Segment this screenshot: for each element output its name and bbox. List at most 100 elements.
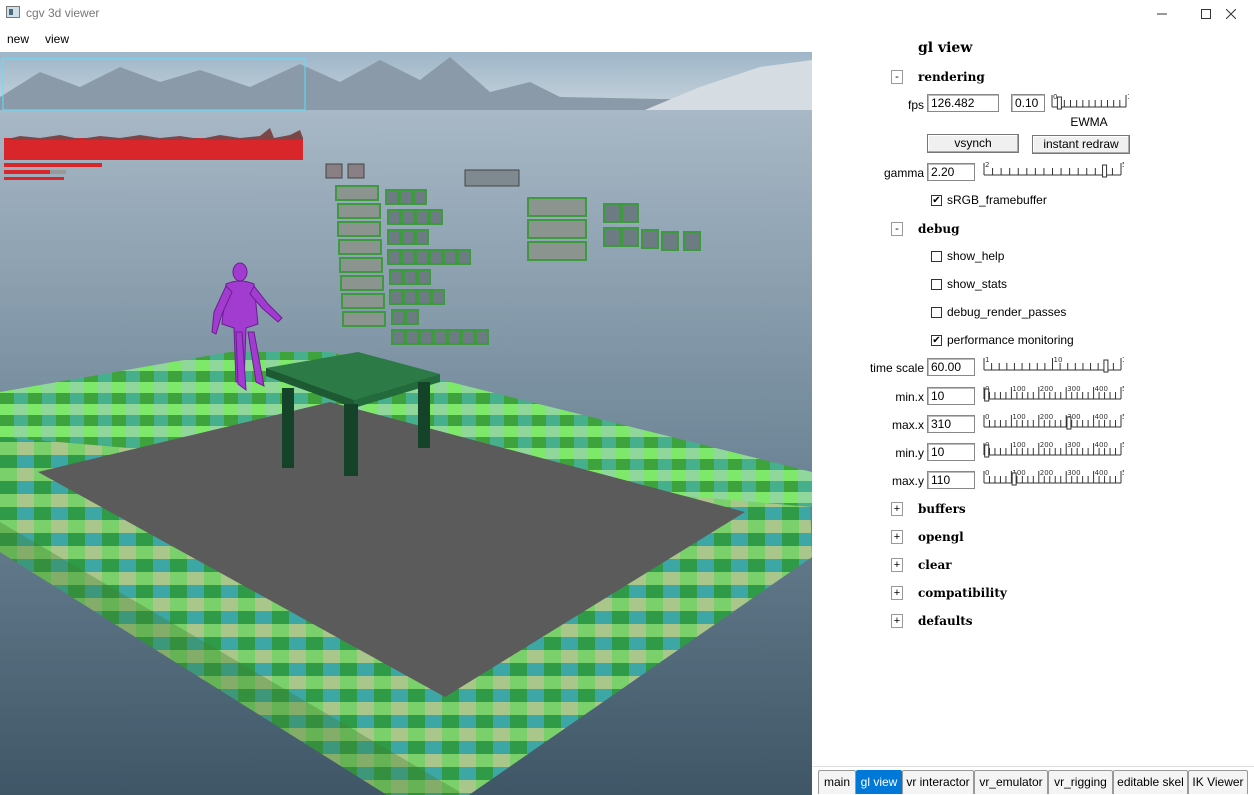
gamma-field[interactable]: 2.20 [927,163,975,181]
slider-thumb [1103,359,1109,373]
ewma-slider[interactable]: 01 [1049,92,1131,112]
show-help-checkbox[interactable] [931,251,942,262]
slider-thumb [984,388,990,402]
slider-thumb [1066,416,1072,430]
gl-view-panel: gl view - rendering fps 126.482 0.10 0 1 … [813,36,1254,766]
app-icon [6,6,20,18]
slider-tick-label: 500 [1122,413,1124,421]
slider-tick-label: 500 [1122,441,1124,449]
tab-ik-viewer[interactable]: IK Viewer [1188,770,1248,794]
fps-label: fps [907,98,924,112]
slider-tick-label: 400 [1095,469,1108,477]
slider-tick-label: 300 [1067,385,1080,393]
show-stats-checkbox[interactable] [931,279,942,290]
time-scale-label: time scale [869,361,924,375]
gamma-label: gamma [883,166,924,180]
min-x-label: min.x [895,390,924,404]
show-stats-label: show_stats [947,277,1008,291]
tab-bar: main gl view vr interactor vr_emulator v… [813,766,1254,795]
max-x-label: max.x [891,418,924,432]
slider-tick-label: 100 [1012,385,1025,393]
tab-editable-skel[interactable]: editable skel [1113,770,1188,794]
slider-thumb [1056,96,1062,110]
buffers-header: buffers [918,502,966,516]
slider-tick-label: 0 [1053,93,1057,101]
debug-render-passes-checkbox[interactable] [931,307,942,318]
close-button[interactable] [1208,0,1254,28]
slider-thumb [984,444,990,458]
slider-tick-label: 1 [985,356,989,364]
srgb-framebuffer-checkbox[interactable]: ✔ [931,195,942,206]
max-y-slider[interactable]: 0100200300400500 [981,468,1135,488]
slider-tick-label: 300 [1067,441,1080,449]
tab-gl-view[interactable]: gl view [856,770,902,794]
rendering-header: rendering [918,70,985,84]
tab-vr-rigging[interactable]: vr_rigging [1048,770,1113,794]
defaults-expand-toggle[interactable]: + [891,614,903,628]
minimize-button[interactable] [1139,0,1185,28]
slider-thumb [1102,164,1108,178]
debug-collapse-toggle[interactable]: - [891,222,903,236]
gamma-slider[interactable]: 25 [981,160,1126,180]
max-y-field[interactable]: 110 [927,471,975,489]
defaults-header: defaults [918,614,973,628]
show-help-label: show_help [947,249,1005,263]
3d-viewport[interactable] [0,52,812,795]
slider-tick-label: 500 [1122,385,1124,393]
slider-tick-label: 200 [1040,385,1053,393]
vsynch-button[interactable]: vsynch [927,134,1019,153]
ewma-label: EWMA [1070,115,1108,129]
max-x-field[interactable]: 310 [927,415,975,433]
time-scale-field[interactable]: 60.00 [927,358,975,376]
slider-tick-label: 0 [985,469,989,477]
opengl-expand-toggle[interactable]: + [891,530,903,544]
min-x-slider[interactable]: 0100200300400500 [981,384,1135,404]
performance-monitoring-checkbox[interactable]: ✔ [931,335,942,346]
minimize-icon [1157,13,1167,15]
min-y-field[interactable]: 10 [927,443,975,461]
checkmark-icon: ✔ [932,335,941,346]
debug-header: debug [918,222,960,236]
slider-tick-label: 100 [1012,441,1025,449]
slider-tick-label: 100 [1122,356,1124,364]
slider-tick-label: 400 [1095,413,1108,421]
performance-monitoring-label: performance monitoring [947,333,1074,347]
fps-field[interactable]: 126.482 [927,94,999,112]
min-y-label: min.y [895,446,924,460]
instant-redraw-button[interactable]: instant redraw [1032,135,1130,154]
rendering-collapse-toggle[interactable]: - [891,70,903,84]
slider-tick-label: 0 [985,413,989,421]
slider-tick-label: 10 [1054,356,1063,364]
min-x-field[interactable]: 10 [927,387,975,405]
buffers-expand-toggle[interactable]: + [891,502,903,516]
time-scale-slider[interactable]: 1 10 100 [981,355,1135,375]
compatibility-header: compatibility [918,586,1007,600]
slider-tick-label: 300 [1067,469,1080,477]
scene-render[interactable] [0,52,812,795]
clear-header: clear [918,558,952,572]
menu-new[interactable]: new [7,32,29,46]
panel-title: gl view [918,40,973,56]
slider-tick-label: 2 [985,161,989,169]
slider-tick-label: 100 [1012,413,1025,421]
tab-main[interactable]: main [818,770,856,794]
slider-tick-label: 400 [1095,441,1108,449]
min-y-slider[interactable]: 0100200300400500 [981,440,1135,460]
close-icon [1226,9,1236,19]
window-title: cgv 3d viewer [26,6,100,20]
tab-vr-emulator[interactable]: vr_emulator [974,770,1048,794]
compatibility-expand-toggle[interactable]: + [891,586,903,600]
slider-tick-label: 1 [1127,93,1129,101]
max-x-slider[interactable]: 0100200300400500 [981,412,1135,432]
clear-expand-toggle[interactable]: + [891,558,903,572]
slider-tick-label: 200 [1040,469,1053,477]
slider-thumb [1011,472,1017,486]
slider-tick-label: 200 [1040,441,1053,449]
opengl-header: opengl [918,530,964,544]
menu-view[interactable]: view [45,32,69,46]
srgb-framebuffer-label: sRGB_framebuffer [947,193,1047,207]
tab-vr-interactor[interactable]: vr interactor [902,770,974,794]
slider-tick-label: 500 [1122,469,1124,477]
slider-tick-label: 5 [1122,161,1124,169]
ewma-field[interactable]: 0.10 [1011,94,1045,112]
